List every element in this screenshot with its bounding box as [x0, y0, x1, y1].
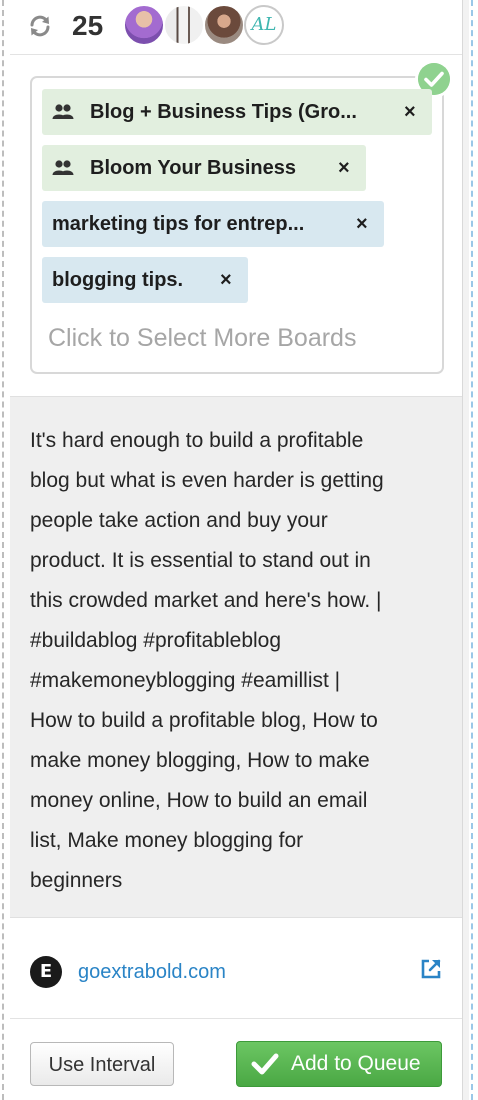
- description-line: #makemoneyblogging #eamillist |: [30, 669, 341, 692]
- avatar[interactable]: AL: [244, 5, 284, 45]
- description-line: product. It is essential to stand out in: [30, 549, 371, 572]
- board-chip-label: blogging tips.: [52, 269, 184, 291]
- source-link[interactable]: goextrabold.com: [78, 956, 226, 988]
- add-to-queue-button[interactable]: Add to Queue: [236, 1041, 442, 1087]
- description-line: people take action and buy your: [30, 509, 328, 532]
- remove-board-button[interactable]: ×: [338, 145, 350, 191]
- avatar[interactable]: [204, 5, 244, 45]
- pin-count: 25: [72, 10, 104, 41]
- source-row: E goextrabold.com: [10, 918, 462, 1019]
- description-line: make money blogging, How to make: [30, 749, 370, 772]
- description-line: It's hard enough to build a profitable: [30, 429, 364, 452]
- avatar[interactable]: [164, 5, 204, 45]
- remove-board-button[interactable]: ×: [220, 257, 232, 303]
- right-dashed-border: [471, 0, 473, 1100]
- site-logo: E: [30, 956, 62, 988]
- board-chip[interactable]: Blog + Business Tips (Gro... ×: [42, 89, 432, 135]
- board-chip-label: marketing tips for entrep...: [52, 213, 305, 235]
- right-column-edge: [462, 0, 469, 1100]
- external-link-icon[interactable]: [420, 958, 442, 980]
- group-board-icon: [52, 160, 74, 175]
- description-line: money online, How to build an email: [30, 789, 368, 812]
- refresh-icon[interactable]: [28, 14, 52, 38]
- left-dashed-border: [2, 0, 4, 1100]
- board-chip-label: Bloom Your Business: [90, 157, 296, 179]
- description-line: this crowded market and here's how. |: [30, 589, 382, 612]
- account-row: 25 AL: [10, 0, 462, 55]
- pin-editor-panel: 25 AL Blog + Business Tips (Gro... × Blo…: [0, 0, 478, 1100]
- remove-board-button[interactable]: ×: [404, 89, 416, 135]
- pin-description[interactable]: It's hard enough to build a profitable b…: [10, 396, 462, 918]
- board-chip[interactable]: marketing tips for entrep... ×: [42, 201, 384, 247]
- remove-board-button[interactable]: ×: [356, 201, 368, 247]
- board-chip[interactable]: blogging tips. ×: [42, 257, 248, 303]
- avatar[interactable]: [124, 5, 164, 45]
- description-line: How to build a profitable blog, How to: [30, 709, 378, 732]
- group-board-icon: [52, 104, 74, 119]
- board-chip-label: Blog + Business Tips (Gro...: [90, 101, 357, 123]
- description-line: #buildablog #profitableblog: [30, 629, 282, 652]
- check-icon: [251, 1053, 279, 1075]
- add-to-queue-label: Add to Queue: [291, 1052, 421, 1075]
- description-line: blog but what is even harder is getting: [30, 469, 384, 492]
- board-chip[interactable]: Bloom Your Business ×: [42, 145, 366, 191]
- description-text: It's hard enough to build a profitable b…: [30, 421, 450, 901]
- description-line: list, Make money blogging for: [30, 829, 304, 852]
- description-line: beginners: [30, 869, 123, 892]
- use-interval-button[interactable]: Use Interval: [30, 1042, 174, 1086]
- select-more-boards[interactable]: Click to Select More Boards: [48, 322, 356, 354]
